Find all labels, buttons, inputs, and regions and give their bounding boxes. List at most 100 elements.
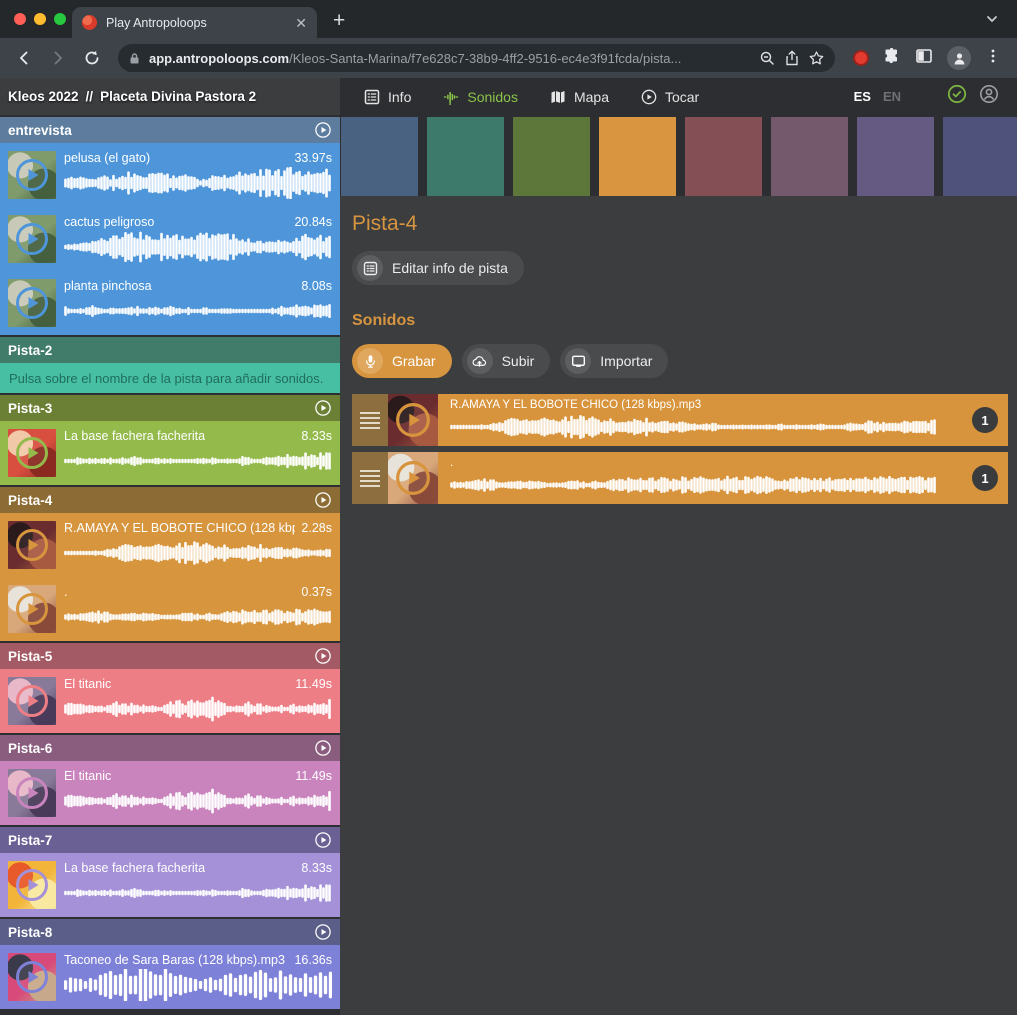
url-text[interactable]: app.antropoloops.com/Kleos-Santa-Marina/… — [149, 51, 751, 66]
track-header-Pista-2[interactable]: Pista-2 — [0, 337, 340, 363]
palette-tile-1[interactable] — [341, 117, 418, 196]
close-window-button[interactable] — [14, 13, 26, 25]
sound-thumbnail — [8, 861, 56, 909]
share-icon[interactable] — [784, 50, 800, 66]
tab-close-icon[interactable]: ✕ — [295, 16, 307, 30]
url-path: /Kleos-Santa-Marina/f7e628c7-38b9-4ff2-9… — [289, 51, 681, 66]
track-play-button[interactable] — [314, 647, 332, 665]
track-header-Pista-5[interactable]: Pista-5 — [0, 643, 340, 669]
drag-handle[interactable] — [352, 394, 388, 446]
sound-item[interactable]: cactus peligroso20.84s — [0, 207, 340, 271]
waveform — [64, 693, 332, 725]
bookmark-star-icon[interactable] — [808, 50, 825, 67]
track-sound-row[interactable]: .1 — [352, 452, 1008, 504]
sound-title: El titanic — [64, 677, 111, 691]
language-toggle-es[interactable]: ES — [854, 89, 871, 104]
palette-tile-6[interactable] — [771, 117, 848, 196]
track-header-Pista-7[interactable]: Pista-7 — [0, 827, 340, 853]
sound-item[interactable]: Taconeo de Sara Baras (128 kbps).mp316.3… — [0, 945, 340, 1009]
palette-tile-8[interactable] — [943, 117, 1017, 196]
sound-item[interactable]: El titanic11.49s — [0, 669, 340, 733]
sound-duration: 16.36s — [294, 953, 332, 967]
track-sound-row[interactable]: R.AMAYA Y EL BOBOTE CHICO (128 kbps).mp3… — [352, 394, 1008, 446]
drag-handle[interactable] — [352, 452, 388, 504]
nav-item-label: Mapa — [574, 89, 609, 105]
edit-track-info-button[interactable]: Editar info de pista — [352, 251, 524, 285]
play-overlay-icon[interactable] — [8, 769, 56, 817]
sound-item[interactable]: La base fachera facherita8.33s — [0, 421, 340, 485]
breadcrumb-project[interactable]: Kleos 2022 — [8, 89, 79, 104]
track-play-button[interactable] — [314, 121, 332, 139]
track-name: Pista-7 — [8, 833, 52, 848]
sound-item[interactable]: .0.37s — [0, 577, 340, 641]
side-panel-icon[interactable] — [915, 47, 933, 70]
sound-title: pelusa (el gato) — [64, 151, 150, 165]
play-overlay-icon[interactable] — [8, 953, 56, 1001]
forward-icon[interactable] — [44, 44, 72, 72]
play-overlay-icon[interactable] — [8, 677, 56, 725]
browser-menu-dots-icon[interactable] — [985, 48, 1001, 69]
nav-item-tocar[interactable]: Tocar — [641, 89, 699, 105]
track-play-button[interactable] — [314, 491, 332, 509]
track-header-entrevista[interactable]: entrevista — [0, 117, 340, 143]
palette-tile-5[interactable] — [685, 117, 762, 196]
nav-item-mapa[interactable]: Mapa — [550, 89, 609, 105]
play-overlay-icon[interactable] — [388, 452, 438, 504]
browser-tab[interactable]: Play Antropoloops ✕ — [72, 7, 317, 38]
play-overlay-icon[interactable] — [8, 279, 56, 327]
track-header-Pista-3[interactable]: Pista-3 — [0, 395, 340, 421]
waveform — [64, 785, 332, 817]
track-play-button[interactable] — [314, 399, 332, 417]
extensions-puzzle-icon[interactable] — [883, 47, 901, 70]
content: entrevistapelusa (el gato)33.97scactus p… — [0, 115, 1017, 1015]
palette-tile-2[interactable] — [427, 117, 504, 196]
profile-avatar-icon[interactable] — [947, 46, 971, 70]
breadcrumb-place[interactable]: Placeta Divina Pastora 2 — [100, 89, 256, 104]
palette-tile-3[interactable] — [513, 117, 590, 196]
sound-item[interactable]: planta pinchosa8.08s — [0, 271, 340, 335]
sound-item[interactable]: La base fachera facherita8.33s — [0, 853, 340, 917]
nav-item-info[interactable]: Info — [364, 89, 411, 105]
importar-button[interactable]: Importar — [560, 344, 668, 378]
palette-tile-4[interactable] — [599, 117, 676, 196]
subir-button[interactable]: Subir — [462, 344, 551, 378]
track-play-button[interactable] — [314, 739, 332, 757]
sound-item[interactable]: R.AMAYA Y EL BOBOTE CHICO (128 kbps)....… — [0, 513, 340, 577]
sounds-heading: Sonidos — [352, 312, 1017, 330]
track-header-Pista-4[interactable]: Pista-4 — [0, 487, 340, 513]
record-extension-icon[interactable] — [853, 50, 869, 66]
window-controls[interactable] — [14, 13, 66, 25]
zoom-window-button[interactable] — [54, 13, 66, 25]
address-bar[interactable]: app.antropoloops.com/Kleos-Santa-Marina/… — [118, 44, 835, 72]
grabar-button[interactable]: Grabar — [352, 344, 452, 378]
sound-duration: 0.37s — [301, 585, 332, 599]
account-icon[interactable] — [979, 84, 999, 109]
breadcrumb[interactable]: Kleos 2022 // Placeta Divina Pastora 2 — [0, 78, 340, 115]
play-overlay-icon[interactable] — [8, 521, 56, 569]
language-toggle-en[interactable]: EN — [883, 89, 901, 104]
waveform — [450, 412, 938, 442]
track-header-Pista-6[interactable]: Pista-6 — [0, 735, 340, 761]
reload-icon[interactable] — [78, 44, 106, 72]
nav-item-sonidos[interactable]: Sonidos — [443, 89, 518, 105]
new-tab-button[interactable]: + — [333, 9, 345, 33]
play-overlay-icon[interactable] — [388, 394, 438, 446]
track-play-button[interactable] — [314, 923, 332, 941]
play-overlay-icon[interactable] — [8, 585, 56, 633]
tab-search-chevron-icon[interactable] — [985, 12, 999, 31]
zoom-out-icon[interactable] — [759, 50, 776, 67]
play-overlay-icon[interactable] — [8, 429, 56, 477]
track-header-Pista-8[interactable]: Pista-8 — [0, 919, 340, 945]
minimize-window-button[interactable] — [34, 13, 46, 25]
waveform — [64, 877, 332, 909]
info-panel-icon — [364, 89, 380, 105]
play-overlay-icon[interactable] — [8, 215, 56, 263]
back-icon[interactable] — [10, 44, 38, 72]
sound-item[interactable]: El titanic11.49s — [0, 761, 340, 825]
waveform — [64, 601, 332, 633]
track-play-button[interactable] — [314, 831, 332, 849]
sound-item[interactable]: pelusa (el gato)33.97s — [0, 143, 340, 207]
play-overlay-icon[interactable] — [8, 151, 56, 199]
palette-tile-7[interactable] — [857, 117, 934, 196]
play-overlay-icon[interactable] — [8, 861, 56, 909]
